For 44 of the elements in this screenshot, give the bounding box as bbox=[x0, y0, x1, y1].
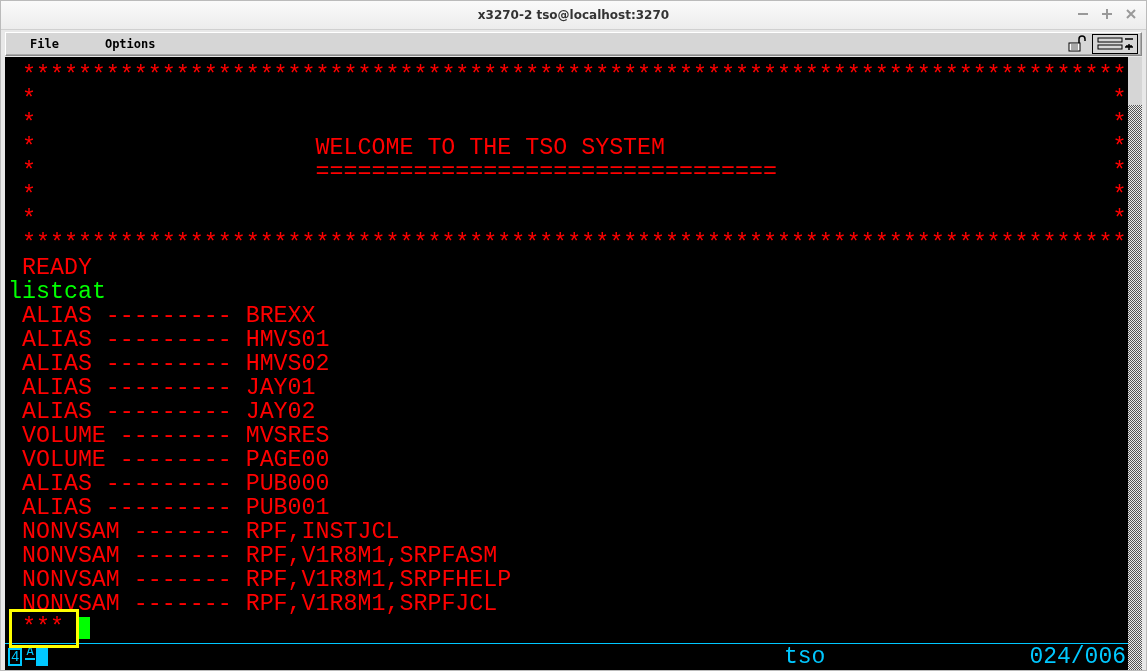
terminal-text: NONVSAM ------- RPF,V1R8M1,SRPFASM bbox=[21, 543, 498, 569]
terminal-text: NONVSAM ------- RPF,V1R8M1,SRPFJCL bbox=[21, 591, 498, 617]
terminal-text: VOLUME -------- PAGE00 bbox=[21, 447, 330, 473]
menu-item[interactable]: File bbox=[20, 37, 69, 51]
terminal-text: listcat bbox=[8, 279, 106, 305]
connection-indicator: 4 bbox=[8, 648, 23, 666]
banner-edge: * bbox=[1112, 184, 1127, 208]
terminal-text: NONVSAM ------- RPF,INSTJCL bbox=[21, 519, 400, 545]
banner-edge: * bbox=[1112, 88, 1127, 112]
terminal-text: ALIAS --------- JAY01 bbox=[21, 375, 316, 401]
close-icon[interactable] bbox=[1124, 7, 1138, 21]
banner-edge: * bbox=[21, 88, 36, 112]
banner-edge: * bbox=[21, 160, 36, 184]
window-title: x3270-2 tso@localhost:3270 bbox=[477, 8, 670, 22]
banner-edge: * bbox=[21, 208, 36, 232]
banner-text: WELCOME TO THE TSO SYSTEM bbox=[315, 136, 666, 160]
banner-edge: * bbox=[21, 184, 36, 208]
terminal-text: VOLUME -------- MVSRES bbox=[21, 423, 330, 449]
status-block bbox=[35, 648, 48, 666]
terminal-text: ALIAS --------- PUB000 bbox=[21, 471, 330, 497]
banner-text: ================================= bbox=[315, 160, 777, 184]
highlight-frame bbox=[9, 609, 79, 648]
terminal-text: NONVSAM ------- RPF,V1R8M1,SRPFHELP bbox=[21, 567, 512, 593]
terminal-text: *** bbox=[21, 615, 64, 641]
terminal-text: ALIAS --------- JAY02 bbox=[21, 399, 316, 425]
terminal-text: ALIAS --------- HMVS01 bbox=[21, 327, 330, 353]
banner-border: ******************************************************************************* bbox=[21, 231, 1127, 257]
banner-edge: * bbox=[1112, 208, 1127, 232]
cursor-position: 024/006 bbox=[1029, 644, 1126, 670]
terminal-text: READY bbox=[21, 255, 92, 281]
host-name: tso bbox=[784, 644, 826, 670]
menu-item[interactable]: Options bbox=[94, 37, 166, 51]
terminal-text: ALIAS --------- BREXX bbox=[21, 303, 316, 329]
terminal-text: ALIAS --------- PUB001 bbox=[21, 495, 330, 521]
padlock-icon bbox=[1068, 35, 1086, 53]
banner-edge: * bbox=[1112, 112, 1127, 136]
banner-border: ******************************************************************************* bbox=[21, 63, 1127, 89]
maximize-icon[interactable] bbox=[1100, 7, 1114, 21]
banner-edge: * bbox=[1112, 160, 1127, 184]
keyboard-icon[interactable] bbox=[1092, 34, 1138, 54]
banner-edge: * bbox=[21, 136, 36, 160]
banner-edge: * bbox=[21, 112, 36, 136]
terminal-text: ALIAS --------- HMVS02 bbox=[21, 351, 330, 377]
banner-edge: * bbox=[1112, 136, 1127, 160]
